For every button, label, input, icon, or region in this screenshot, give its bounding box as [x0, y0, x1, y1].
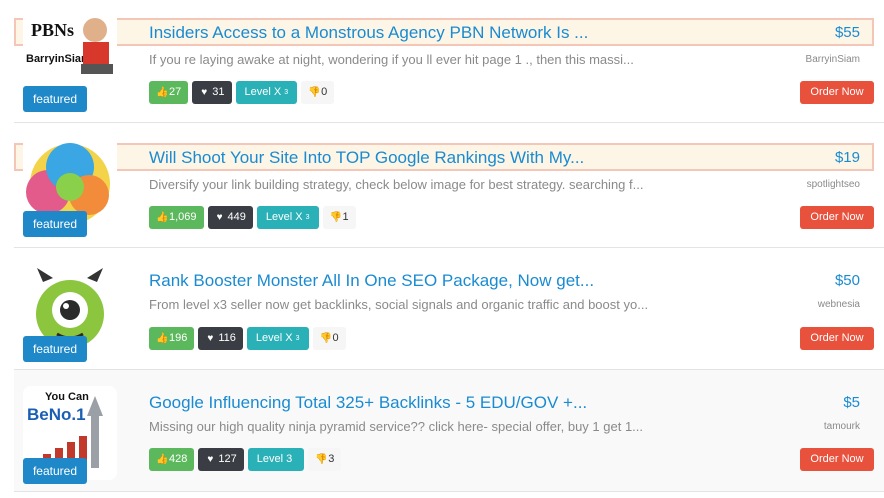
thumb-text: PBNs: [31, 20, 74, 40]
heart-icon: ♥: [216, 211, 223, 223]
level-label: Level 3: [256, 453, 293, 465]
thumbs-down-icon: 👎: [329, 211, 342, 223]
likes-badge[interactable]: 👍 196: [149, 327, 195, 350]
level-sup: 3: [295, 335, 300, 342]
item-title[interactable]: Will Shoot Your Site Into TOP Google Ran…: [149, 148, 584, 168]
thumb-text: You Can: [45, 391, 89, 403]
thumbs-up-icon: 👍: [156, 86, 169, 98]
hearts-count: 127: [218, 453, 237, 465]
dislikes-count: 3: [328, 453, 335, 465]
order-now-button[interactable]: Order Now: [800, 81, 874, 104]
heart-icon: ♥: [201, 86, 208, 98]
dislikes-badge[interactable]: 👎 0: [301, 81, 335, 104]
level-label: Level X: [255, 332, 293, 344]
item-price: $55: [834, 24, 860, 41]
featured-badge: featured: [23, 86, 87, 112]
dislikes-badge[interactable]: 👎 0: [312, 327, 346, 350]
hearts-badge[interactable]: ♥ 449: [207, 206, 253, 229]
seller-name[interactable]: spotlightseo: [807, 179, 860, 190]
list-item: PBNs BarryinSiam Insiders Access to a Mo…: [14, 0, 884, 123]
hearts-count: 116: [218, 332, 236, 344]
seller-name[interactable]: webnesia: [818, 299, 860, 310]
thumbs-up-icon: 👍: [156, 332, 169, 344]
likes-count: 428: [169, 453, 188, 465]
hearts-badge[interactable]: ♥ 31: [192, 81, 232, 104]
likes-count: 1,069: [169, 211, 197, 223]
list-item: You Can BeNo.1 Google Influencing Total …: [14, 370, 884, 492]
featured-badge: featured: [23, 458, 87, 484]
item-title[interactable]: Insiders Access to a Monstrous Agency PB…: [149, 23, 588, 43]
likes-count: 196: [169, 332, 188, 344]
level-badge: Level X3: [246, 327, 309, 350]
level-sup: 3: [284, 89, 289, 96]
dislikes-count: 0: [332, 332, 339, 344]
order-now-button[interactable]: Order Now: [800, 206, 874, 229]
thumb-text: BarryinSiam: [26, 53, 91, 65]
stats-badges: 👍 196 ♥ 116 Level X3 👎 0: [149, 327, 346, 350]
item-description: If you re laying awake at night, wonderi…: [149, 52, 634, 67]
dislikes-badge[interactable]: 👎 1: [322, 206, 356, 229]
level-label: Level X: [244, 86, 282, 98]
featured-badge: featured: [23, 336, 87, 362]
dislikes-count: 0: [321, 86, 328, 98]
featured-badge: featured: [23, 211, 87, 237]
thumb-text: BeNo.1: [27, 405, 86, 424]
likes-badge[interactable]: 👍 27: [149, 81, 189, 104]
item-title[interactable]: Google Influencing Total 325+ Backlinks …: [149, 393, 587, 413]
hearts-badge[interactable]: ♥ 127: [198, 448, 244, 471]
thumbs-up-icon: 👍: [156, 453, 169, 465]
level-badge: Level 3: [247, 448, 305, 471]
hearts-count: 449: [227, 211, 246, 223]
likes-badge[interactable]: 👍 1,069: [149, 206, 204, 229]
service-list: PBNs BarryinSiam Insiders Access to a Mo…: [0, 0, 884, 498]
thumbs-down-icon: 👎: [319, 332, 332, 344]
item-description: From level x3 seller now get backlinks, …: [149, 297, 649, 312]
likes-count: 27: [169, 86, 182, 98]
item-price: $5: [843, 394, 860, 411]
list-item: Will Shoot Your Site Into TOP Google Ran…: [14, 123, 884, 248]
stats-badges: 👍 1,069 ♥ 449 Level X3 👎 1: [149, 206, 356, 229]
stats-badges: 👍 428 ♥ 127 Level 3 👎 3: [149, 448, 342, 471]
order-now-button[interactable]: Order Now: [800, 327, 874, 350]
list-item: Rank Booster Monster All In One SEO Pack…: [14, 248, 884, 370]
item-price: $50: [834, 272, 860, 289]
order-now-button[interactable]: Order Now: [800, 448, 874, 471]
heart-icon: ♥: [207, 332, 214, 344]
item-title[interactable]: Rank Booster Monster All In One SEO Pack…: [149, 271, 594, 291]
heart-icon: ♥: [207, 453, 214, 465]
level-label: Level X: [265, 211, 303, 223]
item-description: Diversify your link building strategy, c…: [149, 177, 644, 192]
item-price: $19: [834, 149, 860, 166]
item-description: Missing our high quality ninja pyramid s…: [149, 419, 644, 434]
hearts-count: 31: [212, 86, 225, 98]
level-badge: Level X3: [256, 206, 319, 229]
seller-name[interactable]: tamourk: [824, 421, 860, 432]
level-sup: 3: [305, 214, 310, 221]
dislikes-badge[interactable]: 👎 3: [308, 448, 342, 471]
seller-name[interactable]: BarryinSiam: [806, 54, 860, 65]
dislikes-count: 1: [342, 211, 349, 223]
thumbs-up-icon: 👍: [156, 211, 169, 223]
stats-badges: 👍 27 ♥ 31 Level X3 👎 0: [149, 81, 335, 104]
thumbs-down-icon: 👎: [315, 453, 328, 465]
level-badge: Level X3: [235, 81, 298, 104]
hearts-badge[interactable]: ♥ 116: [198, 327, 243, 350]
likes-badge[interactable]: 👍 428: [149, 448, 195, 471]
thumbs-down-icon: 👎: [308, 86, 321, 98]
